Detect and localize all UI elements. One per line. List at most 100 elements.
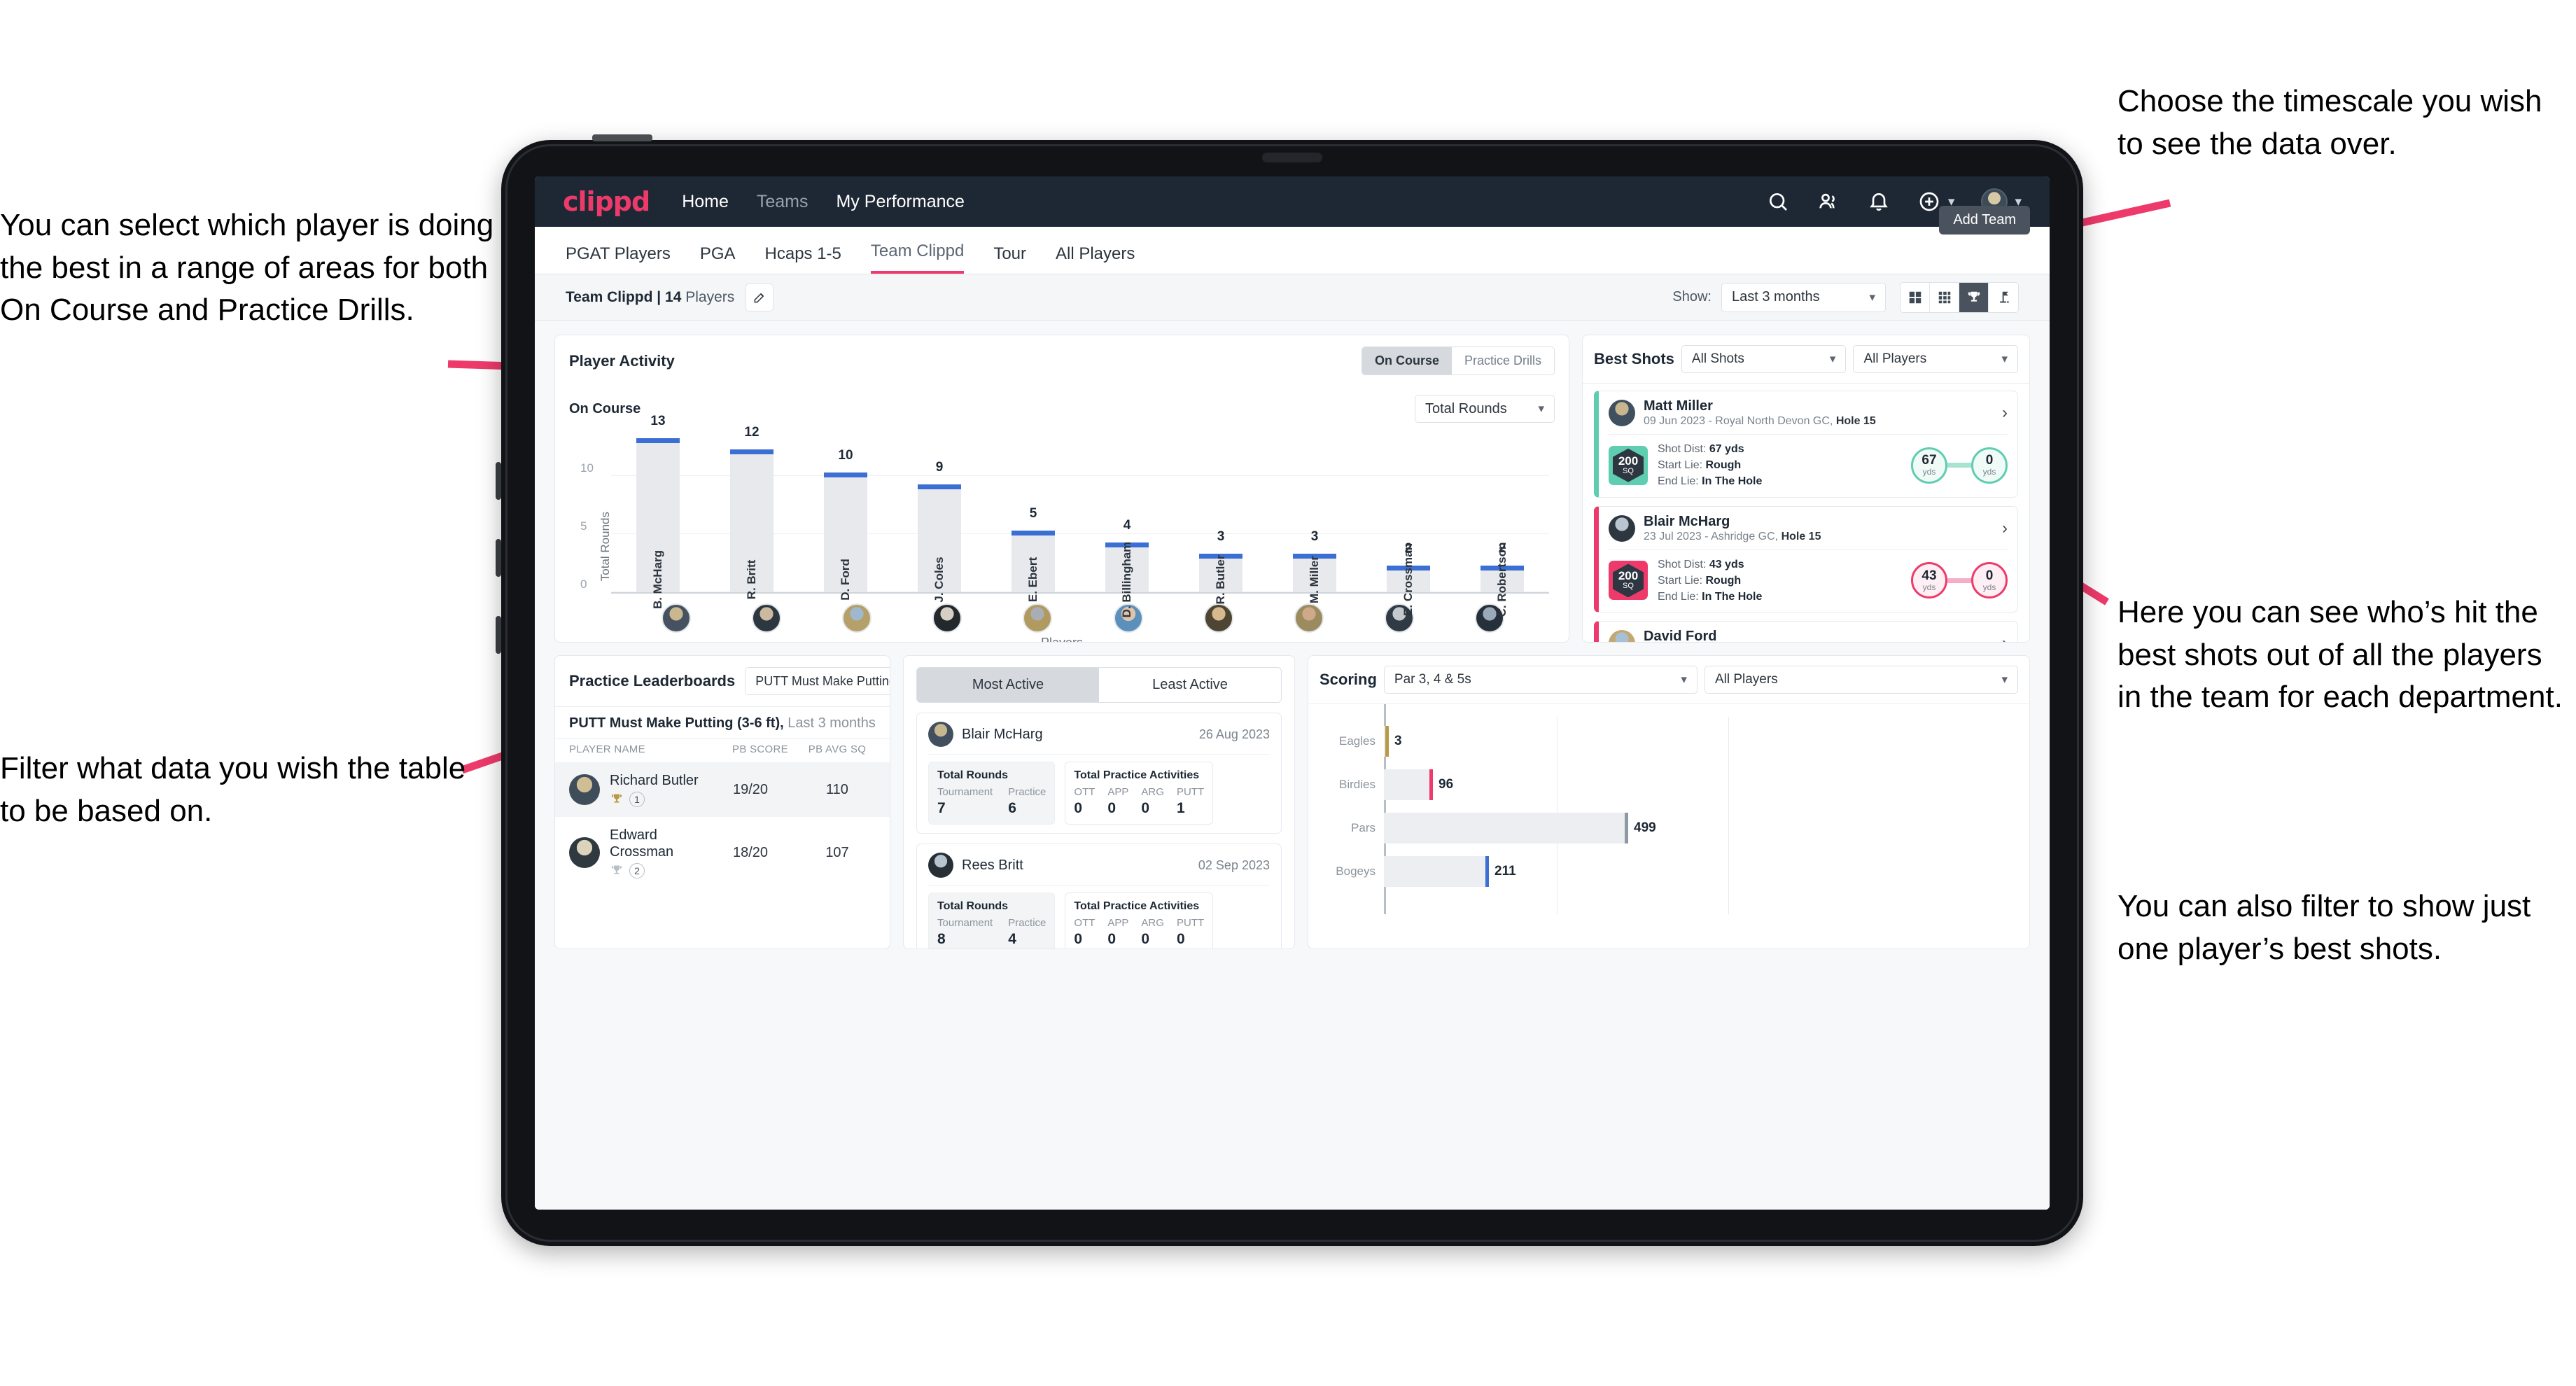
shot-score-unit: SQ [1623, 582, 1634, 591]
grid-3x3-icon[interactable] [1930, 282, 1959, 312]
flag-icon[interactable] [1989, 283, 2018, 312]
search-icon[interactable] [1766, 190, 1790, 214]
avatar[interactable] [751, 603, 781, 633]
practice-leaderboards-panel: Practice Leaderboards PUTT Must Make Put… [554, 655, 890, 949]
par-filter-select[interactable]: Par 3, 4 & 5s ▾ [1383, 666, 1698, 694]
bar-column: 5 E. Ebert [1011, 431, 1055, 602]
volume-down-button[interactable] [496, 539, 501, 577]
best-shot-card[interactable]: Matt Miller 09 Jun 2023 - Royal North De… [1594, 390, 2018, 498]
practice-activities-title: Total Practice Activities [1074, 900, 1200, 912]
col-ott: OTT [1074, 917, 1096, 929]
side-button[interactable] [496, 616, 501, 654]
nav-link-home[interactable]: Home [682, 192, 729, 212]
col-practice: Practice [1008, 917, 1046, 929]
bars-container: 13 B. McHarg 12 R. Britt 10 D. Ford 9 J. Col… [611, 414, 1549, 617]
best-shot-card[interactable]: David Ford 24 Aug 2023 - Royal North Dev… [1594, 621, 2018, 642]
people-icon[interactable] [1816, 190, 1840, 214]
bar-label: R. Butler [1214, 554, 1227, 605]
best-shots-list: Matt Miller 09 Jun 2023 - Royal North De… [1583, 384, 2029, 642]
scoring-bar-row: Pars 499 [1329, 806, 2008, 850]
scoring-panel: Scoring Par 3, 4 & 5s ▾ All Players ▾ Ea… [1308, 655, 2030, 949]
col-pb-score: PB SCORE [732, 743, 788, 755]
rank-badges: 1 [610, 792, 702, 807]
bar-value: 5 [1029, 506, 1037, 521]
scoring-category: Bogeys [1336, 864, 1376, 878]
avatar[interactable] [661, 603, 691, 633]
bell-icon[interactable] [1867, 190, 1891, 214]
nav-link-teams[interactable]: Teams [757, 192, 808, 212]
bar-column: 2 C. Robertson [1480, 431, 1524, 617]
player-name: Blair McHarg [962, 726, 1043, 742]
col-tournament: Tournament [937, 786, 993, 798]
tab-team-clippd[interactable]: Team Clippd [870, 241, 965, 274]
player-avatar-row [631, 603, 1535, 633]
activity-card-body: Total Rounds Tournament 7 Practice 6 Total… [928, 762, 1270, 825]
nav-link-my-performance[interactable]: My Performance [836, 192, 965, 212]
avatar[interactable] [841, 603, 872, 633]
y-axis-label: Total Rounds [598, 512, 612, 582]
shot-dist-label: Shot Dist: [1658, 442, 1707, 455]
activity-card[interactable]: Blair McHarg 26 Aug 2023 Total Rounds To… [916, 713, 1282, 834]
chevron-right-icon[interactable]: › [2002, 403, 2008, 423]
bar-value: 9 [935, 460, 944, 475]
shot-player-name: David Ford [1644, 629, 1717, 642]
pencil-icon[interactable] [746, 283, 774, 312]
metric-select[interactable]: Total Rounds ▾ [1415, 395, 1555, 423]
course-practice-toggle: On Course Practice Drills [1361, 346, 1555, 375]
scoring-value: 96 [1438, 777, 1454, 792]
total-rounds-box: Total Rounds Tournament 7 Practice 6 [928, 762, 1056, 825]
tab-least-active[interactable]: Least Active [1099, 668, 1281, 702]
grid-2x2-icon[interactable] [1900, 282, 1930, 312]
col-arg: ARG [1141, 917, 1164, 929]
best-shot-card[interactable]: Blair McHarg 23 Jul 2023 - Ashridge GC, … [1594, 505, 2018, 613]
tournament-value: 8 [937, 931, 946, 947]
practice-activities-title: Total Practice Activities [1074, 769, 1200, 781]
bar-label: C. Robertson [1495, 542, 1508, 617]
start-lie-value: Rough [1705, 574, 1742, 587]
scoring-chart: Eagles 3 Birdies 96 Pars 499 Bogeys 211 [1308, 704, 2029, 914]
leaderboard-column-headers: PLAYER NAME PB SCORE PB AVG SQ [555, 739, 890, 762]
metric-value: Total Rounds [1425, 400, 1507, 416]
avatar [1609, 399, 1635, 426]
avatar[interactable] [1023, 603, 1053, 633]
drill-value: PUTT Must Make Putting ... [755, 673, 890, 688]
scoring-player-select[interactable]: All Players ▾ [1704, 666, 2018, 694]
team-name: Team Clippd [566, 288, 653, 305]
clippd-logo[interactable]: clippd [563, 186, 650, 217]
tab-hcaps-1-5[interactable]: Hcaps 1-5 [765, 244, 841, 274]
total-rounds-box: Total Rounds Tournament 8 Practice 4 [928, 892, 1056, 948]
power-button[interactable] [592, 134, 652, 141]
timescale-select[interactable]: Last 3 months ▾ [1721, 282, 1886, 312]
pb-score: 19/20 [732, 781, 769, 797]
tab-pgat-players[interactable]: PGAT Players [566, 244, 671, 274]
col-ott: OTT [1074, 786, 1096, 798]
shot-type-select[interactable]: All Shots ▾ [1681, 345, 1847, 373]
plus-circle-icon[interactable] [1917, 190, 1941, 214]
table-row[interactable]: Edward Crossman 2 18/20 107 [555, 817, 890, 888]
tab-most-active[interactable]: Most Active [917, 668, 1099, 702]
putt-value: 1 [1176, 800, 1185, 816]
shot-player-select[interactable]: All Players ▾ [1853, 345, 2019, 373]
table-row[interactable]: Richard Butler 1 19/20 110 [555, 762, 890, 817]
volume-up-button[interactable] [496, 462, 501, 500]
chevron-right-icon[interactable]: › [2002, 519, 2008, 538]
bar-column: 13 B. McHarg [636, 414, 680, 609]
tab-pga[interactable]: PGA [700, 244, 736, 274]
toggle-on-course[interactable]: On Course [1362, 347, 1452, 374]
avatar[interactable] [1203, 603, 1233, 633]
col-app: APP [1107, 917, 1129, 929]
annotation-filter-data: Filter what data you wish the table to b… [0, 751, 466, 828]
trophy-icon[interactable] [1959, 282, 1989, 312]
toggle-practice-drills[interactable]: Practice Drills [1451, 347, 1554, 374]
player-name: Rees Britt [962, 857, 1023, 873]
practice-activities-box: Total Practice Activities OTT 0 APP 0 ARG 0… [1065, 892, 1214, 948]
bar-column: 4 D. Billingham [1105, 431, 1149, 617]
avatar[interactable] [1294, 603, 1324, 633]
tab-tour[interactable]: Tour [993, 244, 1026, 274]
avatar[interactable] [932, 603, 962, 633]
activity-date: 02 Sep 2023 [1198, 858, 1270, 872]
drill-select[interactable]: PUTT Must Make Putting ... ▾ [745, 667, 890, 695]
activity-card[interactable]: Rees Britt 02 Sep 2023 Total Rounds Tour… [916, 844, 1282, 948]
chevron-right-icon[interactable]: › [2002, 634, 2008, 642]
tab-all-players[interactable]: All Players [1056, 244, 1135, 274]
